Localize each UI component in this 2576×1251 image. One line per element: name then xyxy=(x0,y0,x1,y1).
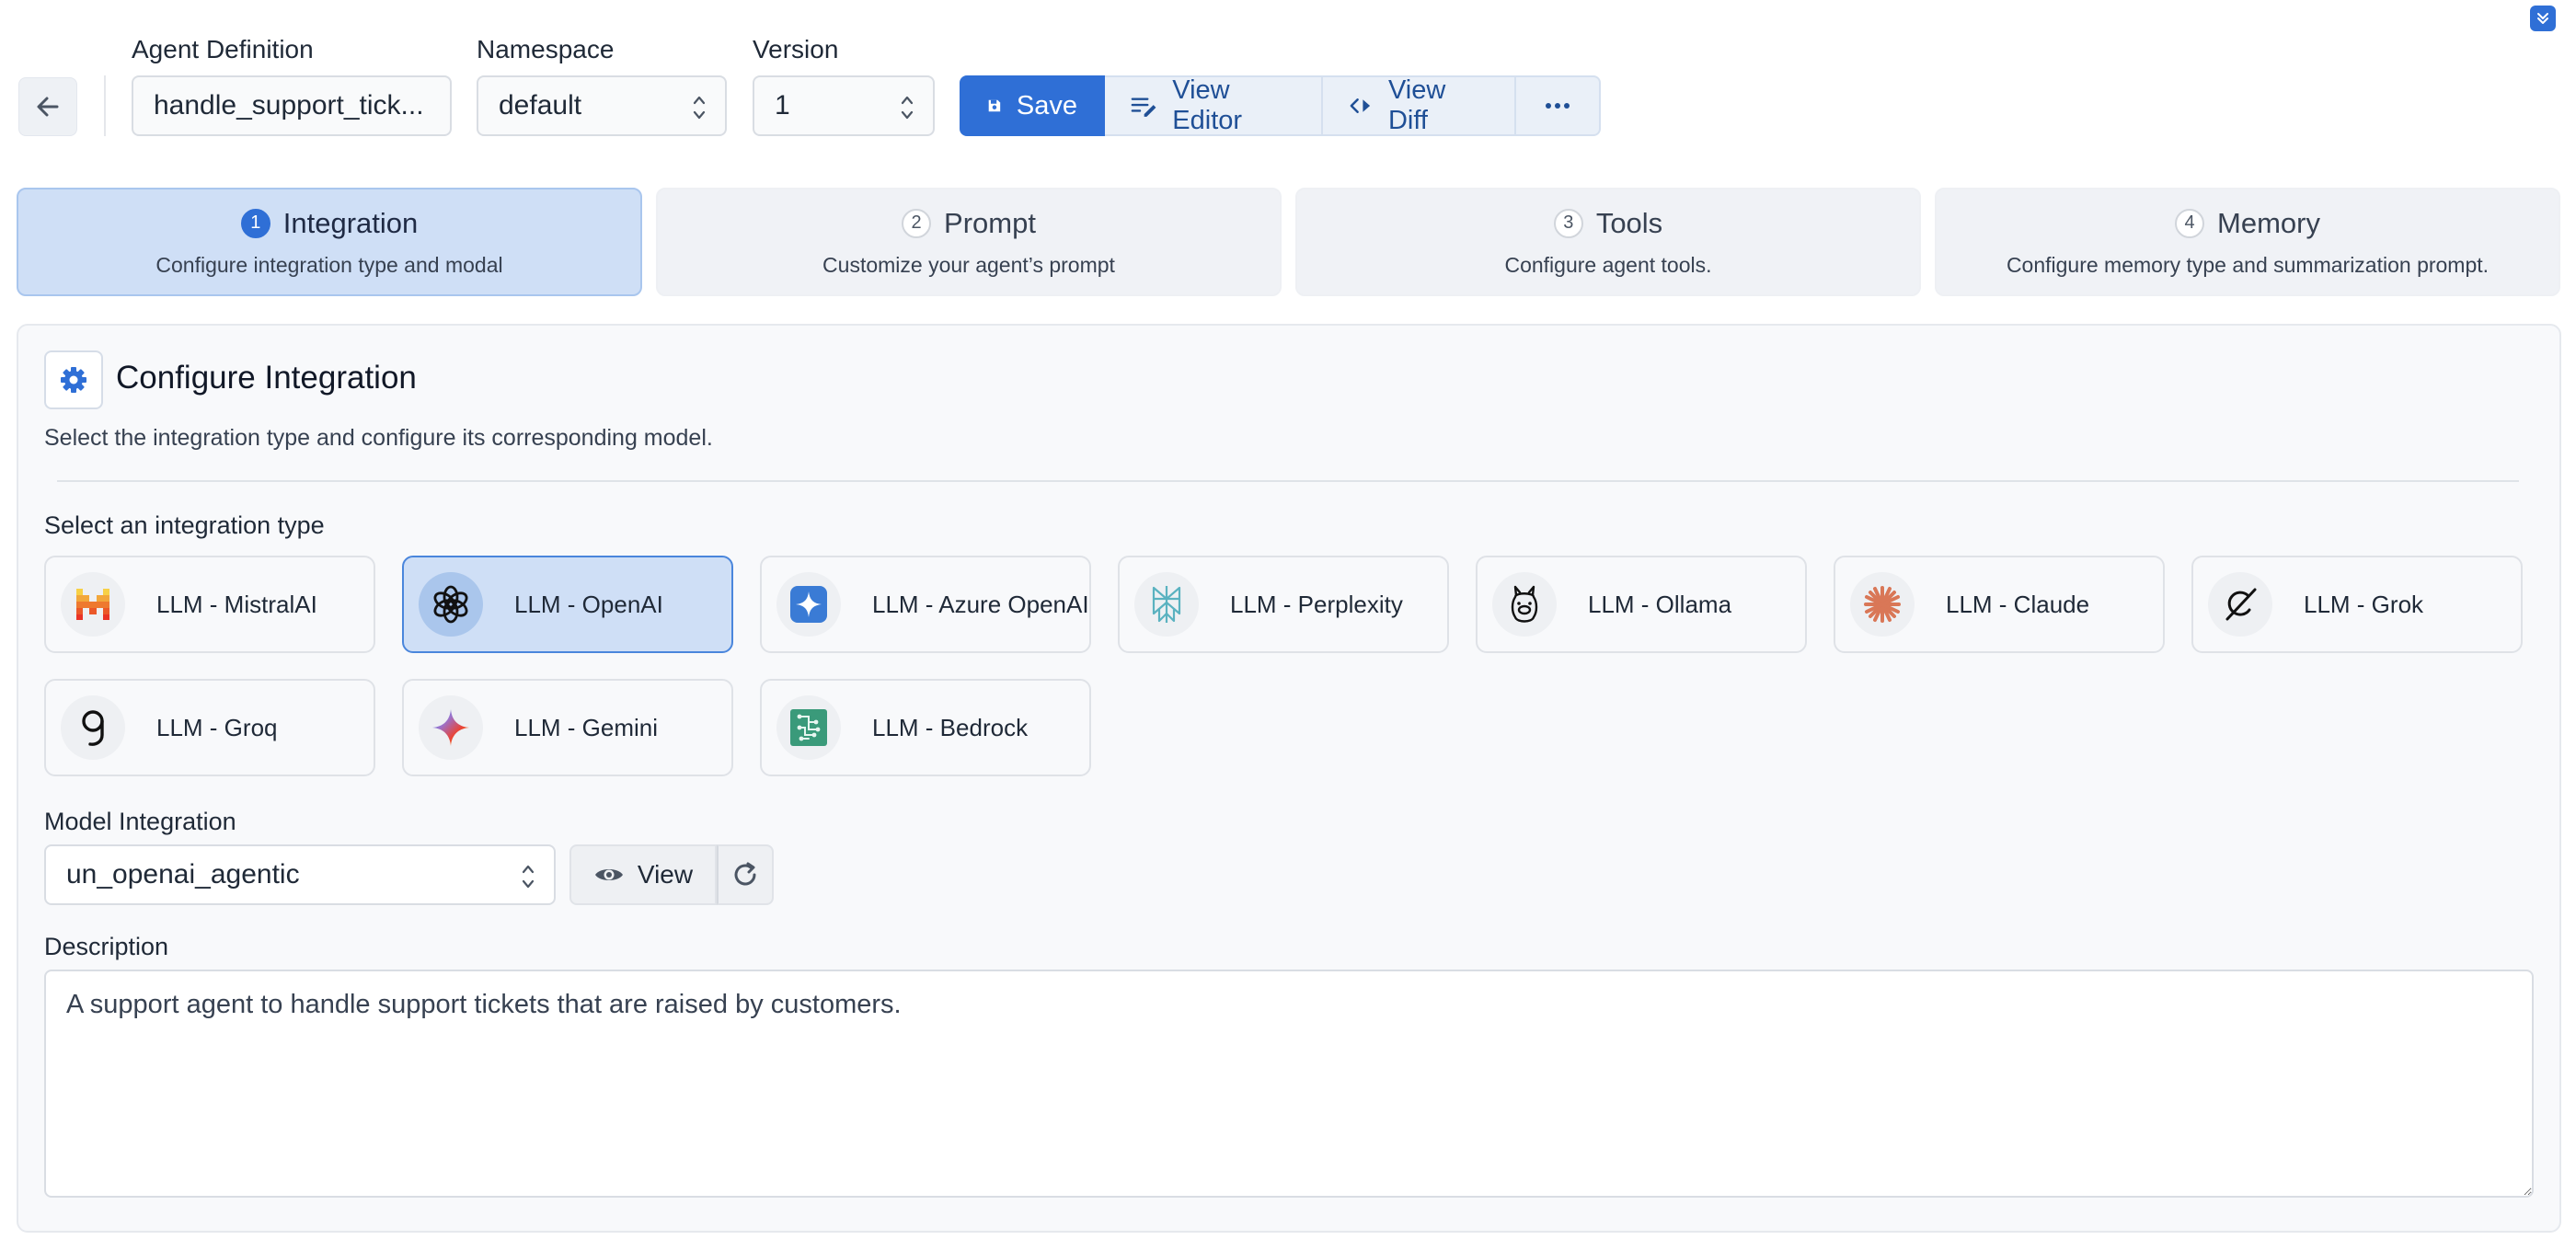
integration-card-mistralai[interactable]: LLM - MistralAI xyxy=(44,556,375,653)
version-label: Version xyxy=(753,35,839,63)
model-integration-label: Model Integration xyxy=(44,808,236,835)
view-editor-button[interactable]: View Editor xyxy=(1105,75,1323,136)
chevron-down-icon[interactable] xyxy=(2530,6,2556,31)
integration-card-grok[interactable]: LLM - Grok xyxy=(2191,556,2523,653)
step-title: Prompt xyxy=(944,206,1036,239)
view-integration-button[interactable]: View xyxy=(569,844,717,905)
integration-card-label: LLM - Grok xyxy=(2304,590,2424,618)
gear-icon xyxy=(61,367,86,393)
step-title: Memory xyxy=(2217,206,2320,239)
bedrock-icon xyxy=(776,695,841,760)
refresh-icon xyxy=(734,862,756,886)
step-tools[interactable]: 3 Tools Configure agent tools. xyxy=(1295,188,1921,296)
step-title: Tools xyxy=(1595,206,1663,239)
integration-card-label: LLM - Bedrock xyxy=(872,713,1029,741)
panel-title: Configure Integration xyxy=(116,360,417,396)
description-label: Description xyxy=(44,933,169,960)
refresh-button[interactable] xyxy=(717,844,774,905)
agent-definition-input[interactable]: handle_support_tick... xyxy=(132,75,452,136)
step-number: 2 xyxy=(902,208,932,238)
integration-card-azure-openai[interactable]: LLM - Azure OpenAI xyxy=(760,556,1091,653)
ollama-icon xyxy=(1492,572,1557,637)
step-prompt[interactable]: 2 Prompt Customize your agent’s prompt xyxy=(656,188,1282,296)
integration-card-label: LLM - Gemini xyxy=(514,713,659,741)
step-subtitle: Configure agent tools. xyxy=(1504,252,1712,277)
step-subtitle: Configure memory type and summarization … xyxy=(2006,252,2490,277)
diff-icon xyxy=(1350,98,1371,113)
agent-definition-label: Agent Definition xyxy=(132,35,314,63)
more-horizontal-icon xyxy=(1546,103,1570,109)
integration-card-label: LLM - Claude xyxy=(1946,590,2090,618)
save-icon xyxy=(988,99,1001,112)
openai-icon xyxy=(419,572,483,637)
integration-card-claude[interactable]: LLM - Claude xyxy=(1834,556,2165,653)
integration-card-openai[interactable]: LLM - OpenAI xyxy=(402,556,733,653)
integration-card-perplexity[interactable]: LLM - Perplexity xyxy=(1118,556,1449,653)
azure-openai-icon xyxy=(776,572,841,637)
step-title: Integration xyxy=(282,206,419,239)
step-subtitle: Customize your agent’s prompt xyxy=(822,252,1115,277)
step-number: 4 xyxy=(2175,208,2205,238)
integration-card-label: LLM - OpenAI xyxy=(514,590,663,618)
description-textarea[interactable]: A support agent to handle support ticket… xyxy=(44,970,2534,1198)
namespace-select[interactable]: default xyxy=(477,75,727,136)
integration-card-groq[interactable]: LLM - Groq xyxy=(44,679,375,776)
grok-icon xyxy=(2208,572,2272,637)
panel-description: Select the integration type and configur… xyxy=(44,425,713,451)
integration-card-bedrock[interactable]: LLM - Bedrock xyxy=(760,679,1091,776)
view-label: View xyxy=(637,860,694,889)
perplexity-icon xyxy=(1134,572,1199,637)
step-number: 3 xyxy=(1553,208,1583,238)
integration-card-label: LLM - Ollama xyxy=(1588,590,1732,618)
groq-icon xyxy=(61,695,125,760)
settings-badge xyxy=(44,350,103,409)
edit-list-icon xyxy=(1131,98,1156,117)
chevron-updown-icon xyxy=(522,865,535,889)
back-button[interactable] xyxy=(18,77,77,136)
namespace-label: Namespace xyxy=(477,35,615,63)
agent-definition-value: handle_support_tick... xyxy=(154,90,424,121)
namespace-value: default xyxy=(499,90,582,121)
integration-card-label: LLM - MistralAI xyxy=(156,590,317,618)
step-memory[interactable]: 4 Memory Configure memory type and summar… xyxy=(1935,188,2560,296)
step-number: 1 xyxy=(240,208,270,238)
step-integration[interactable]: 1 Integration Configure integration type … xyxy=(17,188,642,296)
more-button[interactable] xyxy=(1516,75,1601,136)
view-editor-label: View Editor xyxy=(1172,75,1243,135)
arrow-left-icon xyxy=(37,97,59,117)
divider xyxy=(57,480,2519,482)
save-button[interactable]: Save xyxy=(960,75,1105,136)
integration-card-label: LLM - Groq xyxy=(156,713,278,741)
integration-type-label: Select an integration type xyxy=(44,511,325,539)
divider xyxy=(104,75,106,136)
mistral-icon xyxy=(61,572,125,637)
save-label: Save xyxy=(1016,90,1077,121)
integration-card-label: LLM - Azure OpenAI xyxy=(872,590,1089,618)
version-value: 1 xyxy=(775,90,790,121)
integration-card-ollama[interactable]: LLM - Ollama xyxy=(1476,556,1807,653)
gemini-icon xyxy=(419,695,483,760)
version-select[interactable]: 1 xyxy=(753,75,935,136)
chevron-updown-icon xyxy=(901,96,914,120)
action-button-group: Save View Editor View Diff xyxy=(960,75,1601,136)
integration-card-label: LLM - Perplexity xyxy=(1230,590,1403,618)
chevron-updown-icon xyxy=(693,96,706,120)
step-subtitle: Configure integration type and modal xyxy=(155,252,503,277)
model-integration-value: un_openai_agentic xyxy=(66,859,300,889)
integration-card-gemini[interactable]: LLM - Gemini xyxy=(402,679,733,776)
model-integration-select[interactable]: un_openai_agentic xyxy=(44,844,556,905)
eye-icon xyxy=(594,869,623,880)
view-diff-label: View Diff xyxy=(1387,75,1446,135)
view-diff-button[interactable]: View Diff xyxy=(1323,75,1516,136)
claude-icon xyxy=(1850,572,1915,637)
